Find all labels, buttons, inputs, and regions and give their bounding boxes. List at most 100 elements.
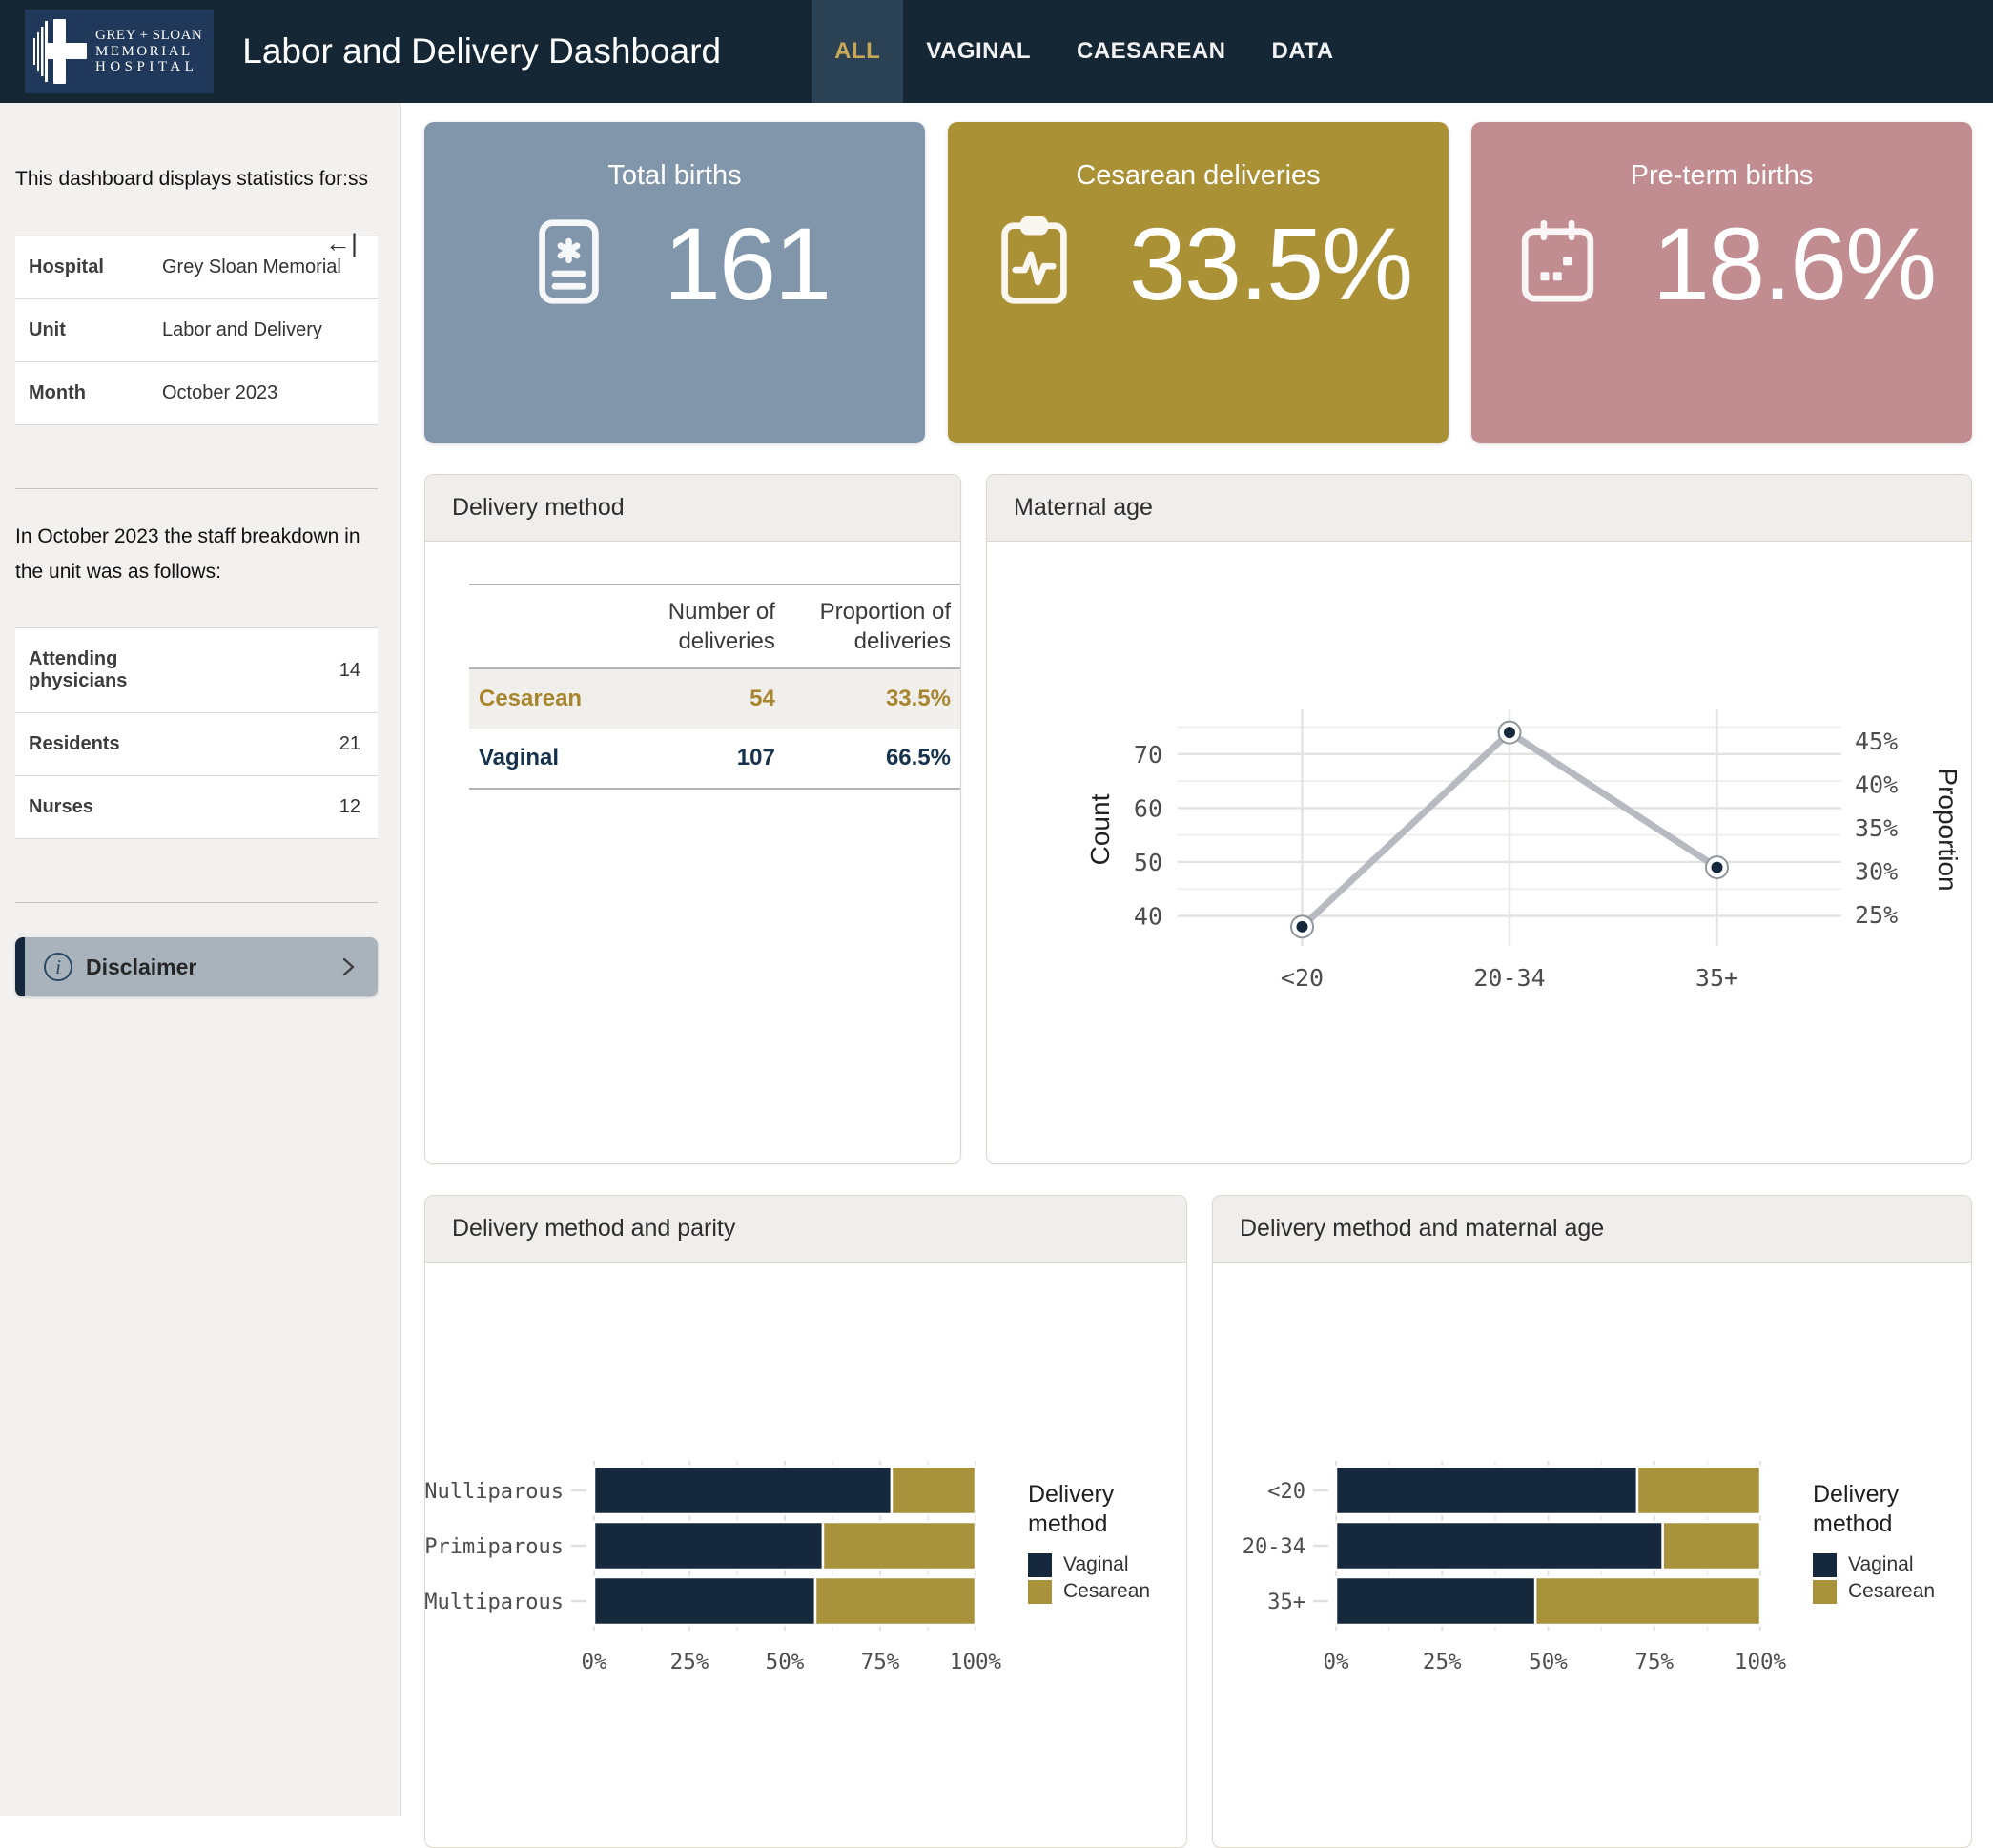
delivery-method-card: Delivery method Number ofdeliveriesPropo… <box>424 474 961 1164</box>
age-method-card-title: Delivery method and maternal age <box>1213 1196 1971 1263</box>
legend-item-vaginal: Vaginal <box>1028 1553 1181 1577</box>
maternal-age-line-chart: 4050607025%30%35%40%45%<2020-3435+CountP… <box>987 542 1971 1121</box>
value-box-title: Total births <box>607 160 741 192</box>
value-box-main: 161 <box>520 213 830 316</box>
value-box-row: Total births 161 Cesarean deliveries 33.5% P… <box>424 122 1972 443</box>
svg-text:35+: 35+ <box>1267 1591 1305 1614</box>
maternal-age-plot: 4050607025%30%35%40%45%<2020-3435+CountP… <box>987 704 1972 1018</box>
svg-text:Primiparous: Primiparous <box>425 1535 564 1559</box>
main-content: Total births 161 Cesarean deliveries 33.5% P… <box>401 103 1993 1816</box>
navbar: GREY + SLOAN MEMORIAL HOSPITAL Labor and… <box>0 0 1993 103</box>
file-medical-icon <box>520 213 618 316</box>
chevron-right-icon <box>336 955 360 979</box>
svg-text:35%: 35% <box>1855 814 1898 842</box>
svg-text:40%: 40% <box>1855 770 1898 798</box>
value-box-main: 33.5% <box>985 213 1411 316</box>
hospital-info-table: HospitalGrey Sloan MemorialUnitLabor and… <box>15 236 378 425</box>
nav-tab-all[interactable]: ALL <box>812 0 903 103</box>
value-box-value: 33.5% <box>1129 213 1411 316</box>
value-box-total-births: Total births 161 <box>424 122 925 443</box>
value-box-value: 18.6% <box>1653 213 1935 316</box>
legend-label: Cesarean <box>1848 1580 1935 1603</box>
legend-title: Delivery method <box>1028 1480 1133 1540</box>
nav-tabs: ALLVAGINALCAESAREANDATA <box>812 0 1356 103</box>
disclaimer-button[interactable]: i Disclaimer <box>15 937 378 996</box>
sidebar-divider-2 <box>15 902 378 903</box>
svg-text:20-34: 20-34 <box>1473 964 1545 992</box>
table-row: Residents21 <box>15 713 378 776</box>
value-box-title: Pre-term births <box>1631 160 1814 192</box>
legend-item-cesarean: Cesarean <box>1813 1580 1965 1604</box>
legend-label: Vaginal <box>1063 1553 1129 1576</box>
sidebar-collapse-icon[interactable]: ←| <box>325 229 358 258</box>
svg-text:100%: 100% <box>1735 1650 1787 1674</box>
sidebar-divider <box>15 488 378 489</box>
svg-text:50%: 50% <box>766 1650 805 1674</box>
vaginal-swatch <box>1028 1553 1052 1577</box>
table-row: MonthOctober 2023 <box>15 361 378 424</box>
svg-text:Proportion: Proportion <box>1933 768 1962 891</box>
age-method-stacked-bar-chart: <20 20-34 35+ 0% 25% 50% 75% 100% Delivery metho… <box>1213 1263 1971 1847</box>
info-icon: i <box>44 953 72 981</box>
svg-text:0%: 0% <box>581 1650 607 1674</box>
legend-item-cesarean: Cesarean <box>1028 1580 1181 1604</box>
svg-text:35+: 35+ <box>1695 964 1738 992</box>
staff-intro-text: In October 2023 the staff breakdown in t… <box>15 520 378 590</box>
svg-text:0%: 0% <box>1323 1650 1349 1674</box>
svg-text:25%: 25% <box>1423 1650 1462 1674</box>
disclaimer-label: Disclaimer <box>86 955 336 980</box>
svg-text:<20: <20 <box>1267 1480 1305 1504</box>
hospital-logo: GREY + SLOAN MEMORIAL HOSPITAL <box>25 10 214 93</box>
value-box-pre-term-births: Pre-term births 18.6% <box>1471 122 1972 443</box>
svg-text:45%: 45% <box>1855 728 1898 755</box>
parity-card-title: Delivery method and parity <box>425 1196 1186 1263</box>
svg-text:<20: <20 <box>1281 964 1324 992</box>
svg-text:Nulliparous: Nulliparous <box>425 1480 564 1504</box>
parity-bars-plot: Nulliparous Primiparous Multiparous 0% 25% 50… <box>425 1453 1028 1684</box>
sidebar-intro-text: This dashboard displays statistics for:s… <box>15 162 368 197</box>
svg-text:25%: 25% <box>670 1650 709 1674</box>
value-box-cesarean-deliveries: Cesarean deliveries 33.5% <box>948 122 1449 443</box>
delivery-method-table: Number ofdeliveriesProportion ofdeliveri… <box>469 584 960 790</box>
nav-tab-caesarean[interactable]: CAESAREAN <box>1054 0 1249 103</box>
svg-text:25%: 25% <box>1855 901 1898 929</box>
value-box-title: Cesarean deliveries <box>1076 160 1320 192</box>
value-box-main: 18.6% <box>1509 213 1935 316</box>
svg-text:75%: 75% <box>1634 1650 1674 1674</box>
agemethod-bars-plot: <20 20-34 35+ 0% 25% 50% 75% 100% <box>1213 1453 1813 1684</box>
table-row: Vaginal10766.5% <box>469 729 960 789</box>
hospital-logo-text: GREY + SLOAN MEMORIAL HOSPITAL <box>95 28 202 75</box>
svg-text:60: 60 <box>1134 794 1162 822</box>
legend-items: Vaginal Cesarean <box>1028 1553 1181 1604</box>
legend: Delivery method Vaginal Cesarean <box>1813 1480 1965 1604</box>
parity-card: Delivery method and parity Nulliparous Pr… <box>424 1195 1187 1848</box>
value-box-value: 161 <box>664 213 830 316</box>
vaginal-swatch <box>1813 1553 1837 1577</box>
column-header: Proportion ofdeliveries <box>785 585 960 668</box>
nav-tab-vaginal[interactable]: VAGINAL <box>903 0 1054 103</box>
svg-text:100%: 100% <box>950 1650 1002 1674</box>
table-row: Nurses12 <box>15 776 378 839</box>
legend-item-vaginal: Vaginal <box>1813 1553 1965 1577</box>
table-row: UnitLabor and Delivery <box>15 298 378 361</box>
column-header: Number ofdeliveries <box>622 585 784 668</box>
staff-table: Attending physicians14Residents21Nurses1… <box>15 627 378 839</box>
cesarean-swatch <box>1813 1580 1837 1604</box>
table-row: Cesarean5433.5% <box>469 668 960 729</box>
hospital-cross-icon <box>32 17 88 86</box>
maternal-age-card-title: Maternal age <box>987 475 1971 542</box>
svg-text:30%: 30% <box>1855 858 1898 886</box>
legend-title: Delivery method <box>1813 1480 1918 1540</box>
svg-text:20-34: 20-34 <box>1243 1535 1305 1559</box>
svg-text:Multiparous: Multiparous <box>425 1591 564 1614</box>
svg-text:75%: 75% <box>861 1650 900 1674</box>
cesarean-swatch <box>1028 1580 1052 1604</box>
nav-tab-data[interactable]: DATA <box>1249 0 1357 103</box>
svg-text:70: 70 <box>1134 741 1162 769</box>
calendar-icon <box>1509 213 1607 316</box>
clipboard-pulse-icon <box>985 213 1083 316</box>
table-row: HospitalGrey Sloan Memorial <box>15 236 378 298</box>
page-title: Labor and Delivery Dashboard <box>242 31 721 72</box>
legend-label: Vaginal <box>1848 1553 1914 1576</box>
svg-text:50%: 50% <box>1529 1650 1568 1674</box>
